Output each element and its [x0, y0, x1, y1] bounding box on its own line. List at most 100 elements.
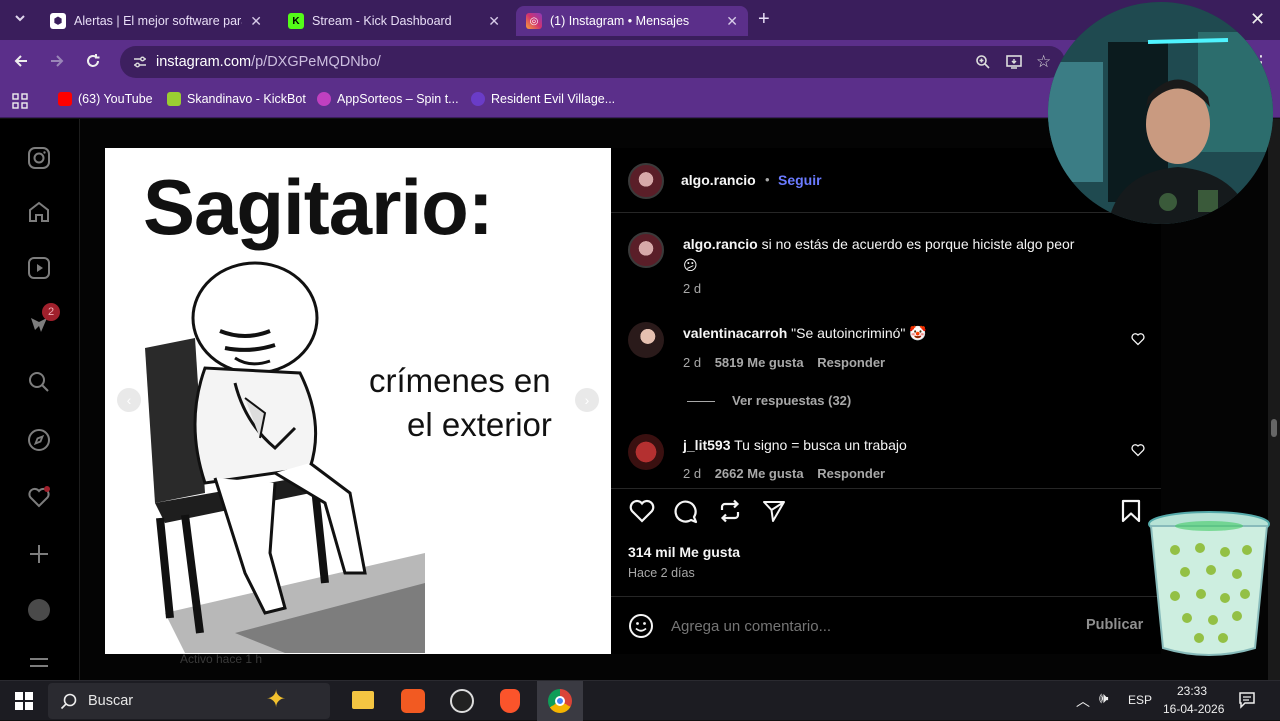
close-tab-icon[interactable]: ✕ — [480, 13, 500, 30]
scrollbar-thumb[interactable] — [1271, 419, 1277, 437]
reply-button[interactable]: Responder — [817, 355, 885, 370]
caption-emoji: 😕 — [683, 257, 698, 273]
create-plus-icon[interactable] — [26, 541, 52, 567]
caption-time: 2 d — [683, 281, 702, 296]
start-windows-icon[interactable] — [15, 692, 33, 715]
emoji-picker-icon[interactable] — [628, 613, 654, 639]
tab-search-dropdown-icon[interactable] — [12, 10, 28, 26]
comment-likes[interactable]: 5819 Me gusta — [715, 355, 804, 370]
notifications-icon[interactable]: 2 — [26, 303, 60, 337]
chrome-taskbar-button[interactable] — [537, 681, 583, 721]
webcam-feed-image — [1048, 2, 1273, 224]
taskbar-search-label: Buscar — [88, 693, 134, 709]
clock-date[interactable]: 16-04-2026 — [1163, 702, 1224, 716]
install-app-icon[interactable] — [1006, 54, 1023, 74]
language-indicator[interactable]: ESP — [1128, 693, 1152, 707]
app-orange-icon[interactable] — [401, 689, 425, 713]
webcam-overlay — [1048, 2, 1273, 224]
follow-button[interactable]: Seguir — [778, 172, 822, 188]
instagram-sidebar: 2 — [0, 119, 80, 680]
reload-icon[interactable] — [84, 52, 102, 75]
close-tab-icon[interactable]: ✕ — [242, 13, 262, 30]
tab-instagram[interactable]: ◎ (1) Instagram • Mensajes ✕ — [516, 6, 748, 36]
author-username[interactable]: algo.rancio — [681, 172, 756, 188]
repost-icon[interactable] — [717, 498, 743, 524]
file-explorer-icon[interactable] — [352, 691, 374, 709]
comment-likes[interactable]: 2662 Me gusta — [715, 466, 804, 481]
close-window-icon[interactable]: ✕ — [1250, 9, 1265, 30]
address-bar[interactable]: instagram.com/p/DXGPeMQDNbo/ ☆ — [120, 46, 1065, 78]
copilot-sparkle-icon[interactable]: ✦ — [266, 685, 286, 714]
comment-bubble-icon[interactable] — [672, 498, 700, 524]
close-tab-icon[interactable]: ✕ — [718, 13, 738, 30]
carousel-prev-icon[interactable]: ‹ — [117, 388, 141, 412]
home-icon[interactable] — [26, 199, 52, 225]
view-replies-button[interactable]: Ver respuestas (32) — [732, 393, 851, 408]
meme-drawing — [145, 261, 425, 653]
kickbot-icon — [167, 92, 181, 106]
bookmark-label: (63) YouTube — [78, 92, 153, 106]
comment-avatar[interactable] — [628, 322, 664, 358]
meme-caption-line-2: el exterior — [407, 406, 552, 443]
back-icon[interactable] — [12, 52, 30, 75]
youtube-icon — [58, 92, 72, 106]
instagram-logo-icon[interactable] — [26, 145, 52, 171]
reply-button[interactable]: Responder — [817, 466, 885, 481]
comment-time: 2 d — [683, 355, 702, 370]
notifications-badge: 2 — [42, 303, 60, 321]
caption-avatar[interactable] — [628, 232, 664, 268]
tab-title: Stream - Kick Dashboard — [312, 14, 452, 28]
explore-icon[interactable] — [26, 427, 52, 453]
comment-username[interactable]: valentinacarroh — [683, 325, 787, 341]
view-replies-line — [687, 401, 715, 402]
more-menu-icon[interactable] — [26, 655, 52, 675]
zoom-icon[interactable] — [975, 54, 991, 74]
forward-icon[interactable] — [48, 52, 66, 75]
comment-time: 2 d — [683, 466, 702, 481]
comment-meta: 2 d 5819 Me gusta Responder — [683, 355, 885, 370]
bookmark-appsorteos[interactable]: AppSorteos – Spin t... — [317, 92, 459, 106]
meme-title: Sagitario: — [143, 163, 494, 251]
author-avatar[interactable] — [628, 163, 664, 199]
search-icon[interactable] — [26, 369, 52, 395]
appsorteos-icon — [317, 92, 331, 106]
obs-icon[interactable] — [450, 689, 474, 713]
comment-avatar[interactable] — [628, 434, 664, 470]
activity-heart-icon[interactable] — [26, 484, 52, 510]
comment-like-heart-icon[interactable] — [1131, 332, 1145, 346]
carousel-next-icon[interactable]: › — [575, 388, 599, 412]
bookmark-resident-evil[interactable]: Resident Evil Village... — [471, 92, 615, 106]
comment-like-heart-icon[interactable] — [1131, 443, 1145, 457]
alertas-icon: ⬢ — [50, 13, 66, 29]
notifications-center-icon[interactable] — [1238, 691, 1256, 714]
comment-input[interactable] — [671, 614, 1071, 638]
caption-username[interactable]: algo.rancio — [683, 236, 758, 252]
tab-alertas[interactable]: ⬢ Alertas | El mejor software para ✕ — [40, 6, 272, 36]
likes-count[interactable]: 314 mil Me gusta — [628, 544, 740, 560]
site-settings-icon[interactable] — [132, 54, 148, 74]
brave-icon[interactable] — [500, 689, 520, 713]
reels-icon[interactable] — [26, 255, 52, 281]
show-hidden-icons-chevron[interactable]: ︿ — [1076, 691, 1090, 711]
header-divider — [611, 212, 1161, 213]
bookmark-youtube[interactable]: (63) YouTube — [58, 92, 153, 106]
tab-kick-dashboard[interactable]: K Stream - Kick Dashboard ✕ — [278, 6, 510, 36]
like-heart-icon[interactable] — [628, 498, 656, 524]
comment-username[interactable]: j_lit593 — [683, 437, 730, 453]
clock-time[interactable]: 23:33 — [1177, 684, 1207, 698]
tab-title: (1) Instagram • Mensajes — [550, 14, 690, 28]
bookmark-kickbot[interactable]: Skandinavo - KickBot — [167, 92, 306, 106]
profile-avatar-icon[interactable] — [26, 597, 52, 623]
apps-grid-icon[interactable] — [12, 93, 28, 114]
save-bookmark-icon[interactable] — [1119, 498, 1143, 524]
post-details-panel: algo.rancio • Seguir algo.rancio si no e… — [611, 148, 1161, 654]
share-send-icon[interactable] — [761, 498, 787, 524]
publish-button[interactable]: Publicar — [1086, 617, 1143, 633]
recycle-bin-overlay-icon — [1148, 511, 1270, 656]
instagram-icon: ◎ — [526, 13, 542, 29]
bookmark-star-icon[interactable]: ☆ — [1036, 52, 1051, 72]
tab-title: Alertas | El mejor software para — [74, 14, 243, 28]
new-tab-button[interactable]: + — [758, 8, 770, 31]
volume-icon[interactable]: 🕪 — [1099, 690, 1108, 707]
taskbar-search-box[interactable]: Buscar ✦ — [48, 683, 330, 719]
